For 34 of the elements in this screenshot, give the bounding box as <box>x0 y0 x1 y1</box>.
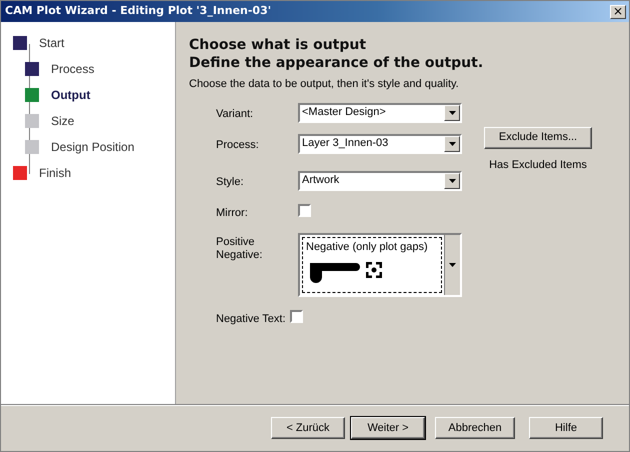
close-button[interactable]: × <box>610 4 626 18</box>
excluded-status-text: Has Excluded Items <box>489 158 587 172</box>
step-label[interactable]: Process <box>51 60 94 78</box>
window-title: CAM Plot Wizard - Editing Plot '3_Innen-03' <box>5 3 272 20</box>
step-label[interactable]: Output <box>51 86 90 104</box>
field-label: Style: <box>216 174 245 190</box>
dropdown-arrow-icon <box>448 142 456 146</box>
wizard-button[interactable]: Hilfe <box>529 417 603 439</box>
exclude-items-button[interactable]: Exclude Items... <box>484 126 592 148</box>
step-label[interactable]: Finish <box>39 164 72 182</box>
step-label[interactable]: Design Position <box>51 138 134 156</box>
checkbox[interactable] <box>290 310 303 323</box>
dropdown-field[interactable]: Artwork <box>298 170 462 190</box>
dropdown-arrow-icon <box>449 263 456 267</box>
step-label[interactable]: Size <box>51 112 74 130</box>
wizard-button[interactable]: Abbrechen <box>435 417 515 439</box>
dropdown-field[interactable]: <Master Design> <box>298 102 462 122</box>
field-label: Positive Negative: <box>216 235 264 262</box>
dropdown-field[interactable]: Layer 3_Innen-03 <box>298 134 462 154</box>
wizard-button[interactable]: Weiter > <box>351 417 425 439</box>
dropdown-arrow-icon <box>448 110 456 114</box>
field-label: Process: <box>216 138 260 152</box>
preview-label: Negative (only plot gaps) <box>306 240 429 255</box>
page-heading: Choose what is output <box>189 36 368 54</box>
field-label: Mirror: <box>216 206 249 220</box>
page-heading: Define the appearance of the output. <box>189 54 484 72</box>
preview-dropdown[interactable]: Negative (only plot gaps) <box>298 233 462 297</box>
field-label: Variant: <box>216 106 254 122</box>
field-label: Negative Text: <box>216 312 286 327</box>
dropdown-arrow-icon <box>448 178 456 182</box>
step-label[interactable]: Start <box>39 34 64 52</box>
intro-text: Choose the data to be output, then it's style and quality. <box>189 77 460 92</box>
checkbox[interactable] <box>298 204 311 216</box>
wizard-button[interactable]: < Zurück <box>271 417 345 439</box>
